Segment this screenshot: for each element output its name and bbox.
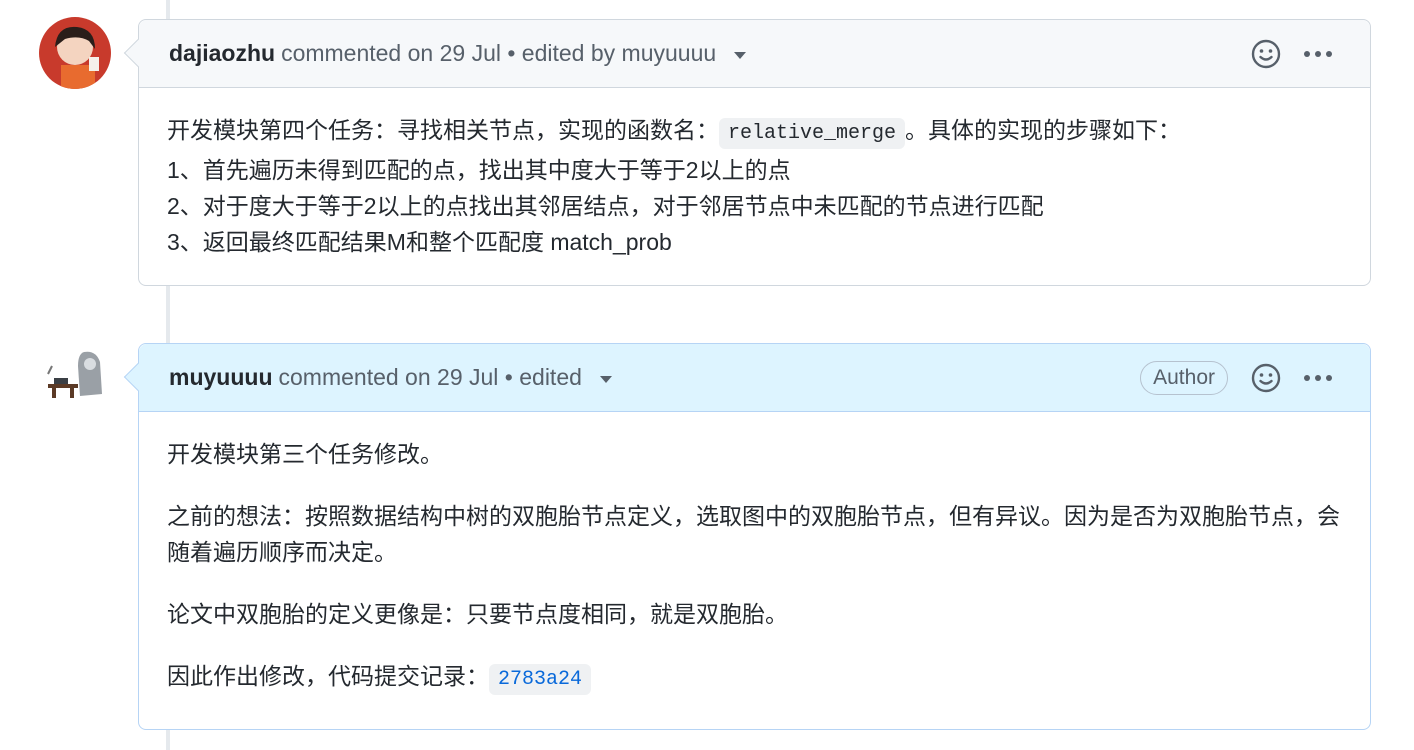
comment-body: 开发模块第四个任务：寻找相关节点，实现的函数名： relative_merge 。具… [139,88,1370,260]
comment-header: muyuuuu commented on 29 Jul • edited Aut… [123,344,1370,412]
speech-arrow [123,38,153,68]
caret-down-icon[interactable] [599,376,612,383]
text-span: 因此作出修改，代码提交记录： [167,663,489,689]
commit-link[interactable]: 2783a24 [489,663,592,695]
commit-sha[interactable]: 2783a24 [489,664,592,695]
comment-line: 1、首先遍历未得到匹配的点，找出其中度大于等于2以上的点 [167,157,791,183]
comment-actions: Author [1140,344,1334,412]
comment-body: 开发模块第三个任务修改。 之前的想法：按照数据结构中树的双胞胎节点定义，选取图中… [139,412,1370,698]
comment-header: dajiaozhu commented on 29 Jul • edited b… [123,20,1370,88]
speech-arrow [123,362,153,392]
comment-meta[interactable]: commented on 29 Jul • edited by muyuuuu [281,40,716,67]
comment-line: 开发模块第四个任务：寻找相关节点，实现的函数名： relative_merge 。具… [167,112,1342,152]
comment-paragraph: 开发模块第三个任务修改。 [167,441,443,467]
caret-down-icon[interactable] [734,52,747,59]
comment-card: muyuuuu commented on 29 Jul • edited Aut… [123,343,1371,730]
comment-meta[interactable]: commented on 29 Jul • edited [279,364,582,391]
smiley-icon[interactable] [1250,362,1282,394]
avatar-muyuuuu[interactable] [40,344,110,406]
comment-paragraph: 之前的想法：按照数据结构中树的双胞胎节点定义，选取图中的双胞胎节点，但有异议。因… [167,503,1340,565]
comment-paragraph: 论文中双胞胎的定义更像是：只要节点度相同，就是双胞胎。 [167,601,788,627]
comment-author[interactable]: dajiaozhu [169,40,275,67]
kebab-icon[interactable] [1302,38,1334,70]
comment-line: 2、对于度大于等于2以上的点找出其邻居结点，对于邻居节点中未匹配的节点进行匹配 [167,193,1044,219]
text-span: 开发模块第四个任务：寻找相关节点，实现的函数名： [167,117,719,143]
inline-code: relative_merge [719,118,906,149]
smiley-icon[interactable] [1250,38,1282,70]
comment-line: 3、返回最终匹配结果M和整个匹配度 match_prob [167,229,672,255]
comment-card: dajiaozhu commented on 29 Jul • edited b… [123,19,1371,286]
kebab-icon[interactable] [1302,362,1334,394]
text-span: 。具体的实现的步骤如下： [905,117,1182,143]
avatar-dajiaozhu[interactable] [39,17,111,89]
author-badge: Author [1140,361,1228,395]
comment-actions [1250,20,1334,88]
comment-author[interactable]: muyuuuu [169,364,273,391]
comment-paragraph: 因此作出修改，代码提交记录： 2783a24 [167,658,1342,698]
